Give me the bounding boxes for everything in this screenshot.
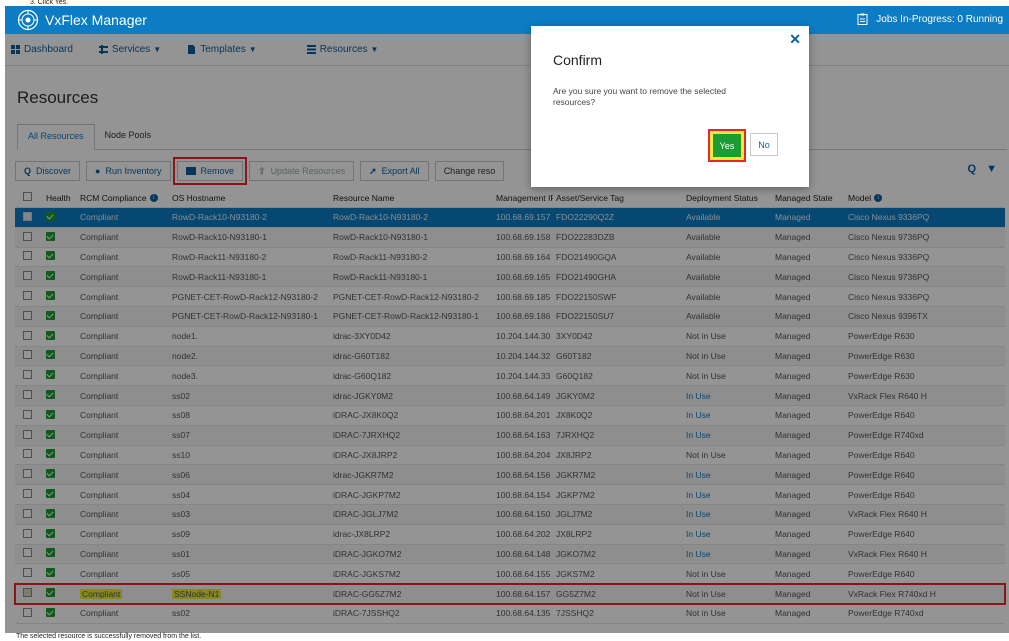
instruction-caption-bottom: The selected resource is successfully re… bbox=[16, 633, 202, 640]
clipboard-icon bbox=[857, 13, 868, 25]
close-icon[interactable]: ✕ bbox=[789, 31, 801, 48]
dialog-message: Are you sure you want to remove the sele… bbox=[553, 86, 726, 107]
confirm-dialog: ✕ Confirm Are you sure you want to remov… bbox=[531, 26, 809, 187]
jobs-label: Jobs In-Progress: 0 Running bbox=[876, 13, 1003, 25]
dialog-title: Confirm bbox=[553, 52, 603, 68]
yes-highlight: Yes bbox=[708, 129, 746, 162]
yes-button[interactable]: Yes bbox=[713, 134, 741, 157]
no-button[interactable]: No bbox=[750, 133, 778, 156]
app-title: VxFlex Manager bbox=[45, 12, 147, 28]
app-header: VxFlex Manager Jobs In-Progress: 0 Runni… bbox=[5, 6, 1009, 34]
brand[interactable]: VxFlex Manager bbox=[17, 9, 147, 31]
vxflex-logo-icon bbox=[17, 9, 39, 31]
modal-backdrop[interactable] bbox=[5, 34, 1009, 633]
jobs-in-progress[interactable]: Jobs In-Progress: 0 Running bbox=[857, 13, 1003, 25]
